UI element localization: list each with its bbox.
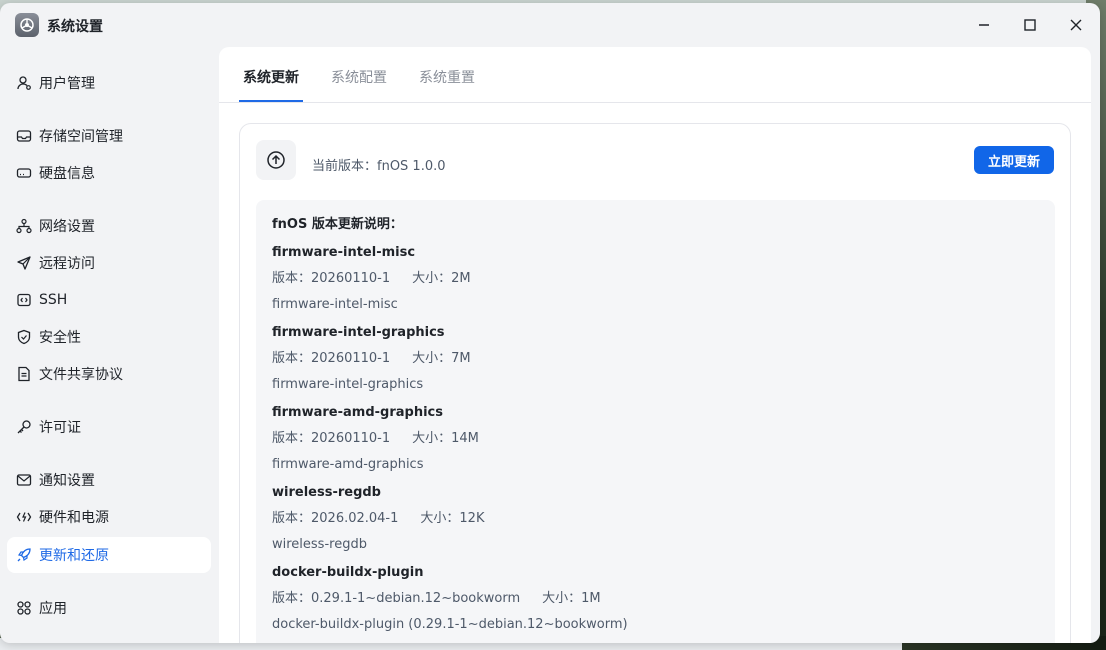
package-size: 大小：2M (412, 271, 471, 286)
key-icon (16, 419, 32, 435)
file-icon (16, 366, 32, 382)
package-version: 版本：20260110-1 (272, 271, 391, 286)
package-meta: 版本：0.29.1-1~debian.12~bookworm 大小：1M (272, 590, 1039, 616)
sidebar-item-label: 文件共享协议 (39, 367, 123, 383)
sidebar-item-label: 存储空间管理 (39, 129, 123, 145)
settings-window: 系统设置 用户管理 存储空间管理 硬盘信息 网络设置 远程访问 SSH 安全性 … (0, 3, 1100, 643)
sidebar: 用户管理 存储空间管理 硬盘信息 网络设置 远程访问 SSH 安全性 文件共享协… (0, 47, 218, 643)
package-size: 大小：12K (420, 511, 485, 526)
sidebar-item-remote-access[interactable]: 远程访问 (7, 245, 211, 281)
close-button[interactable] (1062, 13, 1090, 37)
package-meta: 版本：20260110-1 大小：14M (272, 430, 1039, 456)
disk-icon (16, 165, 32, 181)
package-description: firmware-intel-graphics (272, 377, 424, 392)
tab-system-update[interactable]: 系统更新 (243, 67, 299, 87)
rocket-icon (16, 547, 32, 563)
sidebar-item-label: 安全性 (39, 330, 81, 346)
sidebar-item-disk-info[interactable]: 硬盘信息 (7, 155, 211, 191)
storage-icon (16, 128, 32, 144)
settings-app-icon (15, 13, 39, 37)
sidebar-item-update-restore[interactable]: 更新和还原 (7, 537, 211, 573)
sidebar-item-storage[interactable]: 存储空间管理 (7, 118, 211, 154)
sidebar-item-license[interactable]: 许可证 (7, 409, 211, 445)
package-description: firmware-intel-misc (272, 297, 398, 312)
sidebar-item-label: 硬盘信息 (39, 166, 95, 182)
update-card: 当前版本：fnOS 1.0.0 立即更新 fnOS 版本更新说明： firmwa… (239, 123, 1071, 643)
sidebar-item-label: 通知设置 (39, 473, 95, 489)
package-name: wireless-regdb (272, 485, 381, 500)
tab-bar: 系统更新 系统配置 系统重置 (219, 47, 1091, 103)
minimize-icon (979, 24, 989, 26)
sidebar-item-apps[interactable]: 应用 (7, 590, 211, 626)
package-name: docker-buildx-plugin (272, 565, 424, 580)
close-icon (1070, 19, 1082, 31)
tab-system-reset[interactable]: 系统重置 (419, 67, 475, 87)
sidebar-item-label: 用户管理 (39, 76, 95, 92)
update-now-button[interactable]: 立即更新 (974, 146, 1054, 174)
package-name: firmware-intel-misc (272, 245, 416, 260)
shield-icon (16, 329, 32, 345)
package-description: docker-buildx-plugin (0.29.1-1~debian.12… (272, 617, 628, 632)
sidebar-item-label: 硬件和电源 (39, 510, 109, 526)
sidebar-item-label: 网络设置 (39, 219, 95, 235)
package-size: 大小：14M (412, 431, 479, 446)
sidebar-item-hardware-power[interactable]: 硬件和电源 (7, 499, 211, 535)
tab-system-config[interactable]: 系统配置 (331, 67, 387, 87)
package-meta: 版本：2026.02.04-1 大小：12K (272, 510, 1039, 536)
user-icon (16, 75, 32, 91)
package-name: firmware-amd-graphics (272, 405, 443, 420)
sidebar-item-ssh[interactable]: SSH (7, 282, 211, 318)
sidebar-item-network[interactable]: 网络设置 (7, 208, 211, 244)
package-version: 版本：20260110-1 (272, 351, 391, 366)
release-notes: fnOS 版本更新说明： firmware-intel-misc 版本：2026… (256, 200, 1055, 643)
window-title: 系统设置 (47, 19, 103, 35)
active-tab-indicator (239, 100, 303, 102)
package-size: 大小：7M (412, 351, 471, 366)
network-icon (16, 218, 32, 234)
minimize-button[interactable] (970, 13, 998, 37)
package-version: 版本：0.29.1-1~debian.12~bookworm (272, 591, 521, 606)
title-bar: 系统设置 (0, 3, 1100, 47)
sidebar-item-label: SSH (39, 292, 68, 308)
sidebar-item-notifications[interactable]: 通知设置 (7, 462, 211, 498)
apps-icon (16, 600, 32, 616)
sidebar-item-security[interactable]: 安全性 (7, 319, 211, 355)
package-description: firmware-amd-graphics (272, 457, 424, 472)
package-meta: 版本：20260110-1 大小：2M (272, 270, 1039, 296)
maximize-icon (1024, 19, 1036, 31)
current-version-text: 当前版本：fnOS 1.0.0 (312, 159, 446, 174)
maximize-button[interactable] (1016, 13, 1044, 37)
package-name: firmware-intel-graphics (272, 325, 445, 340)
sidebar-item-label: 远程访问 (39, 256, 95, 272)
package-size: 大小：1M (542, 591, 601, 606)
release-notes-title: fnOS 版本更新说明： (272, 217, 403, 232)
sidebar-item-users[interactable]: 用户管理 (7, 65, 211, 101)
sidebar-item-label: 更新和还原 (39, 548, 109, 564)
send-icon (16, 255, 32, 271)
package-description: wireless-regdb (272, 537, 367, 552)
upgrade-arrow-icon (256, 140, 296, 180)
power-icon (16, 509, 32, 525)
sidebar-item-label: 应用 (39, 601, 67, 617)
code-icon (16, 292, 32, 308)
sidebar-item-label: 许可证 (39, 420, 81, 436)
package-meta: 版本：20260110-1 大小：7M (272, 350, 1039, 376)
package-version: 版本：20260110-1 (272, 431, 391, 446)
sidebar-item-file-sharing[interactable]: 文件共享协议 (7, 356, 211, 392)
mail-icon (16, 472, 32, 488)
package-version: 版本：2026.02.04-1 (272, 511, 399, 526)
main-panel: 系统更新 系统配置 系统重置 当前版本：fnOS 1.0.0 立即更新 fnOS… (219, 47, 1091, 643)
